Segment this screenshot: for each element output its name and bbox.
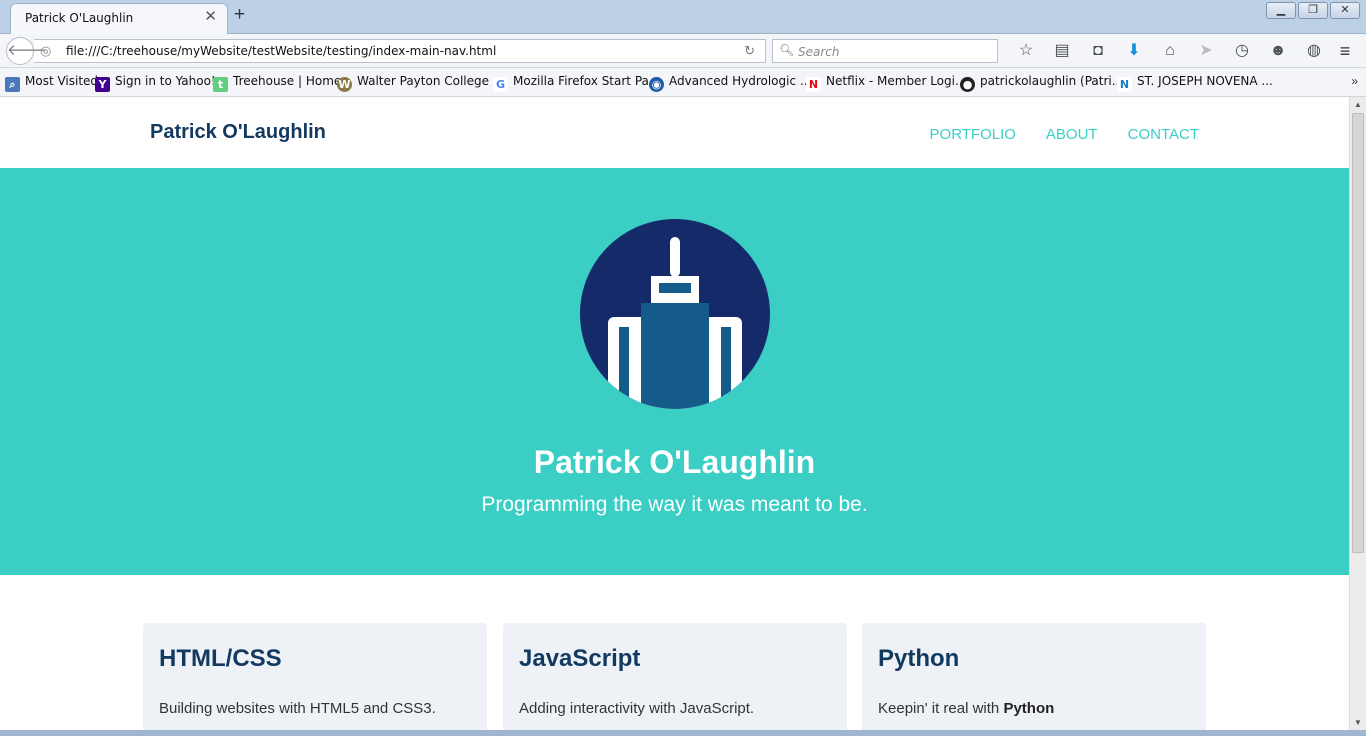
- bookmark-label: Advanced Hydrologic ...: [669, 74, 812, 88]
- home-icon[interactable]: ⌂: [1152, 41, 1188, 61]
- treehouse-icon: t: [213, 77, 228, 92]
- bookmark-netflix[interactable]: N Netflix - Member Logi...: [806, 74, 966, 92]
- nav-link-contact[interactable]: CONTACT: [1128, 126, 1199, 143]
- card-text: Keepin' it real with Python: [878, 700, 1055, 717]
- novena-icon: N: [1117, 77, 1132, 92]
- url-text[interactable]: file:///C:/treehouse/myWebsite/testWebsi…: [66, 44, 496, 58]
- skill-card-html-css: HTML/CSS Building websites with HTML5 an…: [143, 623, 487, 730]
- bookmark-yahoo[interactable]: Y Sign in to Yahoo!: [95, 74, 216, 92]
- github-icon: ●: [960, 77, 975, 92]
- bookmark-most-visited[interactable]: ⌕ Most Visited: [5, 74, 98, 92]
- back-button[interactable]: 🡐: [6, 37, 47, 65]
- noaa-icon: ◉: [649, 77, 664, 92]
- bookmark-label: Treehouse | Home: [233, 74, 342, 88]
- os-taskbar: [0, 730, 1366, 736]
- search-icon: 🔍︎: [779, 43, 795, 57]
- bookmark-label: Mozilla Firefox Start Pa...: [513, 74, 661, 88]
- bookmarks-toolbar: ⌕ Most Visited Y Sign in to Yahoo! t Treeho…: [0, 68, 1366, 97]
- bookmark-github[interactable]: ● patrickolaughlin (Patri...: [960, 74, 1123, 92]
- payton-college-icon: W: [337, 77, 352, 92]
- new-tab-button[interactable]: +: [234, 5, 245, 25]
- url-bar[interactable]: ◎ file:///C:/treehouse/myWebsite/testWeb…: [34, 39, 766, 63]
- bookmark-hydrologic[interactable]: ◉ Advanced Hydrologic ...: [649, 74, 811, 92]
- bookmark-firefox-start[interactable]: G Mozilla Firefox Start Pa...: [493, 74, 660, 92]
- send-icon[interactable]: ➤: [1188, 41, 1224, 61]
- bookmark-star-icon[interactable]: ☆: [1008, 41, 1044, 61]
- hamburger-menu-icon[interactable]: ≡: [1333, 41, 1357, 61]
- card-text: Building websites with HTML5 and CSS3.: [159, 700, 436, 717]
- card-title: HTML/CSS: [159, 645, 282, 672]
- hero-title: Patrick O'Laughlin: [533, 444, 816, 480]
- netflix-icon: N: [806, 77, 821, 92]
- card-text-bold: Python: [1003, 700, 1055, 717]
- yahoo-icon: Y: [95, 77, 110, 92]
- site-main-nav: PORTFOLIO ABOUT CONTACT: [930, 126, 1199, 143]
- bookmark-payton[interactable]: W Walter Payton College ...: [337, 74, 504, 92]
- pocket-icon[interactable]: ◘: [1080, 41, 1116, 61]
- most-visited-icon: ⌕: [5, 77, 20, 92]
- toolbar-icons: ☆ ▤ ◘ ⬇ ⌂ ➤ ◷ ☻ ◍: [1008, 41, 1332, 61]
- window-controls: ▁ ❐ ✕: [1266, 2, 1360, 19]
- search-placeholder: Search: [798, 45, 840, 59]
- globe-addon-icon[interactable]: ◍: [1296, 41, 1332, 61]
- google-icon: G: [493, 77, 508, 92]
- bookmark-label: patrickolaughlin (Patri...: [980, 74, 1124, 88]
- reload-icon[interactable]: ↻: [744, 43, 755, 59]
- bookmark-label: Netflix - Member Logi...: [826, 74, 967, 88]
- avatar: [580, 219, 770, 409]
- bookmark-label: Walter Payton College ...: [357, 74, 505, 88]
- card-title: JavaScript: [519, 645, 641, 672]
- close-window-button[interactable]: ✕: [1330, 2, 1360, 19]
- nav-link-portfolio[interactable]: PORTFOLIO: [930, 126, 1016, 143]
- bookmark-label: Sign in to Yahoo!: [115, 74, 216, 88]
- skill-card-javascript: JavaScript Adding interactivity with Jav…: [503, 623, 847, 730]
- chat-icon[interactable]: ☻: [1260, 41, 1296, 61]
- download-icon[interactable]: ⬇: [1116, 41, 1152, 61]
- bookmark-label: Most Visited: [25, 74, 99, 88]
- tab-strip: Patrick O'Laughlin ✕ + ▁ ❐ ✕: [0, 0, 1366, 34]
- scroll-down-icon[interactable]: ▼: [1354, 718, 1362, 727]
- bookmark-treehouse[interactable]: t Treehouse | Home: [213, 74, 341, 92]
- restore-button[interactable]: ❐: [1298, 2, 1328, 19]
- tab-close-icon[interactable]: ✕: [204, 9, 217, 25]
- page-viewport: Patrick O'Laughlin PORTFOLIO ABOUT CONTA…: [0, 97, 1349, 730]
- browser-tab[interactable]: Patrick O'Laughlin ✕: [10, 3, 228, 34]
- scrollbar-thumb[interactable]: [1352, 113, 1364, 553]
- search-input[interactable]: 🔍︎ Search: [772, 39, 998, 63]
- navigation-toolbar: ◎ file:///C:/treehouse/myWebsite/testWeb…: [0, 34, 1366, 68]
- skyscraper-icon: [608, 237, 742, 409]
- nav-link-about[interactable]: ABOUT: [1046, 126, 1098, 143]
- minimize-button[interactable]: ▁: [1266, 2, 1296, 19]
- scroll-up-icon[interactable]: ▲: [1354, 100, 1362, 109]
- history-icon[interactable]: ◷: [1224, 41, 1260, 61]
- card-title: Python: [878, 645, 960, 672]
- hero-tagline: Programming the way it was meant to be.: [481, 493, 868, 516]
- page-scrollbar[interactable]: ▲ ▼: [1349, 97, 1366, 730]
- bookmark-novena[interactable]: N ST. JOSEPH NOVENA ...: [1117, 74, 1273, 92]
- site-brand[interactable]: Patrick O'Laughlin: [150, 121, 326, 144]
- tab-title: Patrick O'Laughlin: [25, 11, 134, 25]
- site-header: Patrick O'Laughlin PORTFOLIO ABOUT CONTA…: [0, 97, 1349, 168]
- bookmark-label: ST. JOSEPH NOVENA ...: [1137, 74, 1273, 88]
- hero-banner: Patrick O'Laughlin Programming the way i…: [0, 168, 1349, 575]
- reading-list-icon[interactable]: ▤: [1044, 41, 1080, 61]
- bookmarks-overflow-button[interactable]: »: [1351, 74, 1358, 88]
- skill-card-python: Python Keepin' it real with Python: [862, 623, 1206, 730]
- card-text: Adding interactivity with JavaScript.: [519, 700, 755, 717]
